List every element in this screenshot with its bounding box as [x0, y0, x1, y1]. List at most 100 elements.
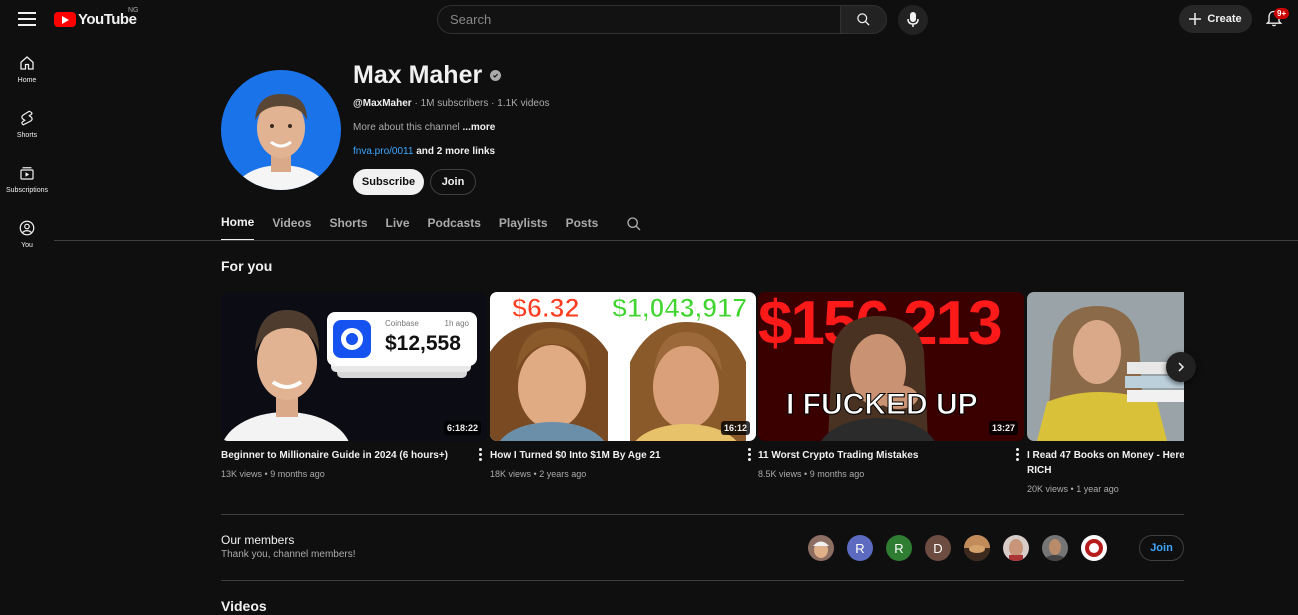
member-avatar[interactable]: R: [886, 535, 912, 561]
thumb-right-amount: $1,043,917: [611, 293, 748, 324]
sidebar-item-shorts[interactable]: Shorts: [0, 105, 54, 160]
video-card[interactable]: Coinbase 1h ago $12,558 6:18:22 Beginner…: [221, 292, 487, 479]
sidebar-item-you[interactable]: You: [0, 215, 54, 270]
card-time: 1h ago: [444, 319, 469, 328]
plus-icon: [1189, 13, 1202, 25]
sidebar-item-subscriptions[interactable]: Subscriptions: [0, 160, 54, 215]
coinbase-logo-icon: [333, 320, 371, 358]
top-bar: YouTube NG Create 9+: [0, 0, 1298, 38]
tabs-divider: [54, 240, 1298, 241]
tab-podcasts[interactable]: Podcasts: [428, 216, 481, 240]
sidebar-item-label: Subscriptions: [5, 187, 49, 194]
video-duration: 6:18:22: [443, 421, 481, 435]
about-text: More about this channel: [353, 122, 460, 133]
subscriptions-icon: [20, 167, 34, 180]
create-button[interactable]: Create: [1179, 5, 1252, 33]
channel-avatar[interactable]: [221, 70, 341, 190]
card-brand: Coinbase: [385, 319, 419, 328]
channel-name: Max Maher: [353, 61, 502, 90]
channel-tabs: Home Videos Shorts Live Podcasts Playlis…: [221, 215, 642, 241]
video-meta: 18K views • 2 years ago: [490, 469, 587, 479]
tab-playlists[interactable]: Playlists: [499, 216, 548, 240]
about-more-link[interactable]: ...more: [463, 122, 496, 133]
tab-live[interactable]: Live: [386, 216, 410, 240]
thumb-caption: I FUCKED UP: [786, 388, 979, 422]
more-vert-icon[interactable]: [1016, 448, 1020, 463]
member-avatar[interactable]: [1042, 535, 1068, 561]
section-divider: [221, 580, 1184, 581]
upload-age: 9 months ago: [809, 469, 865, 479]
sidebar-item-label: You: [21, 242, 33, 249]
channel-link[interactable]: fnva.pro/0011: [353, 146, 413, 157]
country-code: NG: [128, 7, 139, 14]
microphone-icon: [907, 12, 919, 27]
member-avatar[interactable]: [1003, 535, 1029, 561]
video-thumbnail[interactable]: Coinbase 1h ago $12,558 6:18:22: [221, 292, 487, 441]
channel-links: fnva.pro/0011 and 2 more links: [353, 146, 495, 157]
section-title-for-you: For you: [221, 258, 273, 274]
shelf-next-button[interactable]: [1166, 352, 1196, 382]
video-card[interactable]: $6.32 $1,043,917 16:12 How I Turned $0 I…: [490, 292, 756, 479]
sidebar: Home Shorts Subscriptions You: [0, 50, 54, 270]
members-join-button[interactable]: Join: [1139, 535, 1184, 561]
video-title[interactable]: How I Turned $0 Into $1M By Age 21: [490, 448, 756, 463]
video-count: 1.1K videos: [497, 98, 550, 109]
section-title-videos: Videos: [221, 598, 267, 614]
more-vert-icon[interactable]: [479, 448, 483, 463]
member-avatar[interactable]: [1081, 535, 1107, 561]
search-icon: [857, 13, 870, 26]
video-title[interactable]: 11 Worst Crypto Trading Mistakes: [758, 448, 1024, 463]
channel-handle: @MaxMaher: [353, 98, 412, 109]
search-input[interactable]: [437, 5, 840, 34]
more-links[interactable]: and 2 more links: [416, 146, 495, 157]
coinbase-card: Coinbase 1h ago $12,558: [327, 312, 477, 366]
tab-home[interactable]: Home: [221, 215, 255, 241]
create-label: Create: [1207, 13, 1242, 25]
search-button[interactable]: [840, 5, 887, 34]
video-meta: 13K views • 9 months ago: [221, 469, 325, 479]
member-avatar[interactable]: D: [925, 535, 951, 561]
members-title: Our members: [221, 533, 295, 547]
tab-videos[interactable]: Videos: [272, 216, 311, 240]
video-duration: 13:27: [988, 421, 1018, 435]
menu-icon[interactable]: [18, 12, 36, 26]
channel-about[interactable]: More about this channel ...more: [353, 122, 495, 133]
verified-icon: [490, 70, 502, 81]
channel-meta: @MaxMaher · 1M subscribers · 1.1K videos: [353, 98, 550, 109]
member-avatar[interactable]: R: [847, 535, 873, 561]
view-count: 8.5K views: [758, 469, 802, 479]
subscribe-button[interactable]: Subscribe: [353, 169, 424, 195]
more-vert-icon[interactable]: [748, 448, 752, 463]
view-count: 18K views: [490, 469, 532, 479]
view-count: 13K views: [221, 469, 263, 479]
members-subtitle: Thank you, channel members!: [221, 549, 356, 560]
video-title[interactable]: Beginner to Millionaire Guide in 2024 (6…: [221, 448, 487, 463]
tab-shorts[interactable]: Shorts: [329, 216, 367, 240]
join-button[interactable]: Join: [430, 169, 476, 195]
user-circle-icon: [19, 220, 35, 236]
voice-search-button[interactable]: [898, 5, 928, 35]
section-divider: [221, 514, 1184, 515]
search-icon[interactable]: [626, 216, 642, 232]
upload-age: 9 months ago: [270, 469, 325, 479]
member-avatar[interactable]: [808, 535, 834, 561]
home-icon: [20, 56, 34, 70]
youtube-logo[interactable]: YouTube NG: [54, 7, 139, 28]
sidebar-item-home[interactable]: Home: [0, 50, 54, 105]
upload-age: 2 years ago: [539, 469, 587, 479]
view-count: 20K views: [1027, 484, 1069, 494]
avatar-portrait: [233, 94, 329, 190]
video-duration: 16:12: [720, 421, 750, 435]
member-avatar[interactable]: [964, 535, 990, 561]
tab-posts[interactable]: Posts: [566, 216, 599, 240]
thumb-left-amount: $6.32: [512, 293, 581, 324]
video-thumbnail[interactable]: $6.32 $1,043,917 16:12: [490, 292, 756, 441]
subscriber-count: 1M subscribers: [420, 98, 489, 109]
sidebar-item-label: Home: [17, 77, 37, 84]
video-card[interactable]: $156,213 I FUCKED UP 13:27 11 Worst Cryp…: [758, 292, 1024, 479]
video-thumbnail[interactable]: $156,213 I FUCKED UP 13:27: [758, 292, 1024, 441]
upload-age: 1 year ago: [1076, 484, 1119, 494]
sidebar-item-label: Shorts: [16, 132, 38, 139]
shelf-overflow-mask: [1184, 290, 1298, 510]
shorts-icon: [21, 110, 33, 126]
